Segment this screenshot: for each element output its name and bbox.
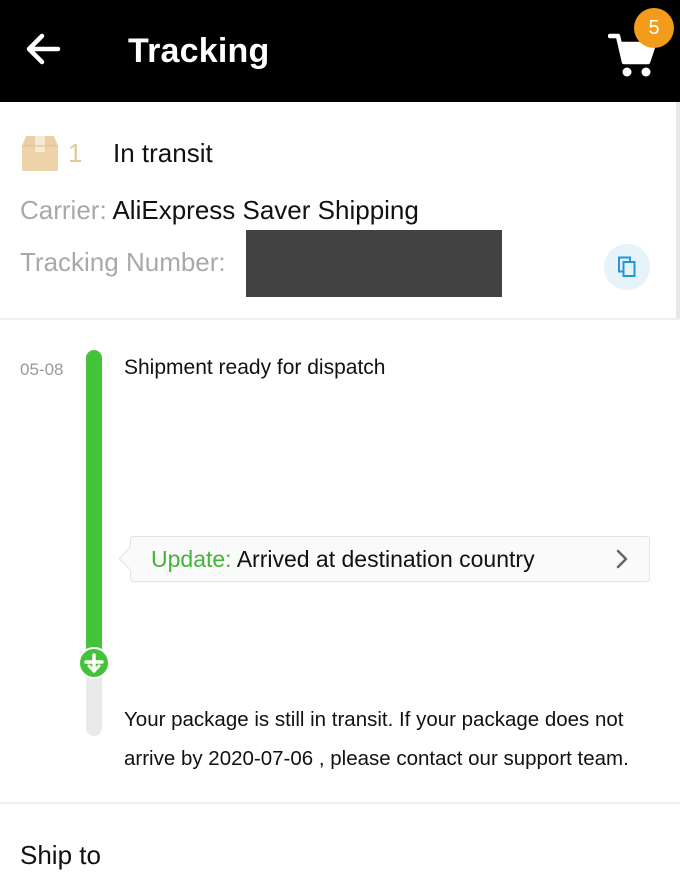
package-count: 1 [68,138,83,168]
tracking-number-label: Tracking Number: [20,247,226,277]
transit-notice: Your package is still in transit. If you… [124,708,629,770]
carrier-label: Carrier: [20,195,107,225]
package-box-icon [22,136,58,171]
tracking-number-row: Tracking Number: [20,244,226,280]
event-date: 05-08 [20,360,64,379]
section-divider [0,802,680,804]
package-status: In transit [113,138,213,168]
update-status: Arrived at destination country [236,546,535,572]
chevron-right-icon [616,549,628,569]
page-title: Tracking [128,32,270,70]
carrier-value: AliExpress Saver Shipping [112,195,419,225]
app-header: Tracking 5 [0,0,680,102]
timeline-progress [86,350,102,660]
tracking-number-redacted [246,230,502,297]
copy-icon [618,256,636,277]
update-text: Update: Arrived at destination country [151,545,535,573]
expand-timeline-icon[interactable] [78,647,110,679]
cart-count-badge: 5 [634,8,674,48]
latest-update-card[interactable]: Update: Arrived at destination country [130,536,650,582]
carrier-row: Carrier: AliExpress Saver Shipping [20,192,419,228]
arrow-left-icon[interactable] [22,28,64,70]
cart-button[interactable]: 5 [606,8,674,80]
section-divider [0,318,680,320]
package-info-section: 1 In transit Carrier: AliExpress Saver S… [0,102,680,318]
copy-tracking-button[interactable] [604,244,650,290]
update-label: Update: [151,546,232,572]
event-description: Shipment ready for dispatch [124,356,386,379]
ship-to-title: Ship to [20,840,101,870]
scroll-edge [676,102,680,318]
